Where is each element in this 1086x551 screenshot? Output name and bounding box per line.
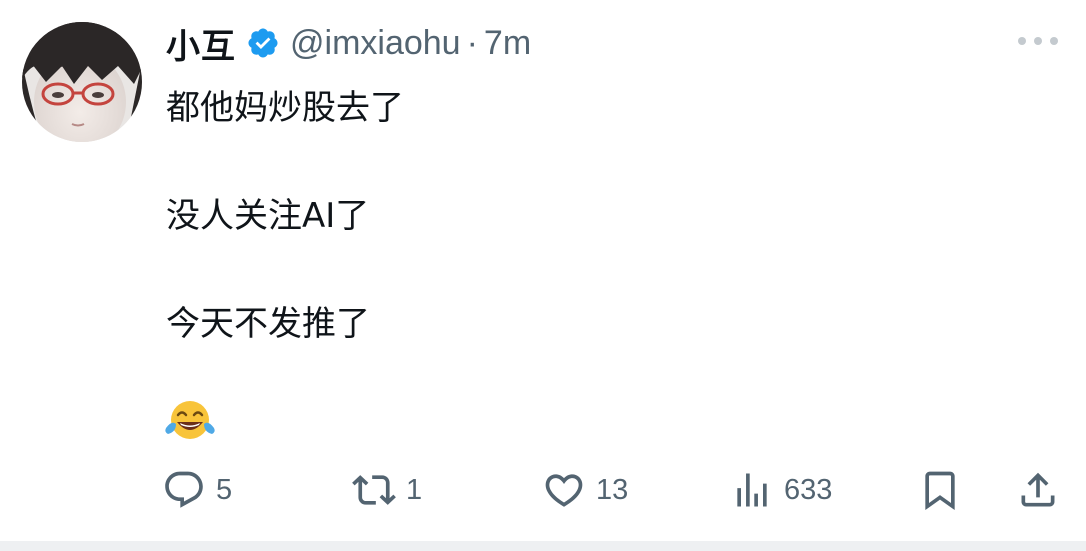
analytics-icon <box>737 473 767 507</box>
heart-icon <box>545 474 583 507</box>
repost-button[interactable]: 1 <box>352 462 422 518</box>
views-count: 633 <box>784 473 833 506</box>
divider <box>0 541 1086 551</box>
bookmark-icon <box>925 471 955 511</box>
repost-count: 1 <box>406 473 423 506</box>
more-dot <box>1050 37 1058 45</box>
face-with-tears-of-joy-icon <box>165 401 215 439</box>
reply-icon <box>165 471 203 508</box>
share-icon <box>1021 472 1055 507</box>
tweet-card[interactable]: 小互 @imxiaohu · 7m 都他妈炒股去了 没人关注AI了 今天不发推了 <box>0 0 1086 551</box>
tweet-text-line: 都他妈炒股去了 <box>166 88 404 128</box>
tweet-text-line: 今天不发推了 <box>166 304 370 344</box>
reply-button[interactable]: 5 <box>162 462 232 518</box>
tweet-text-line: 没人关注AI了 <box>166 196 370 236</box>
reply-count: 5 <box>216 473 233 506</box>
meta-separator: · <box>466 23 478 62</box>
more-dot <box>1018 37 1026 45</box>
repost-icon <box>352 475 396 505</box>
action-bar: 5 1 13 633 <box>0 462 1086 518</box>
views-button[interactable]: 633 <box>730 462 832 518</box>
more-dot <box>1034 37 1042 45</box>
share-button[interactable] <box>1016 462 1060 518</box>
like-button[interactable]: 13 <box>542 462 628 518</box>
tweet-header: 小互 @imxiaohu · 7m <box>166 18 531 68</box>
timestamp[interactable]: 7m <box>484 24 531 63</box>
verified-badge-icon <box>248 28 278 58</box>
more-options-icon[interactable] <box>1018 34 1058 48</box>
display-name[interactable]: 小互 <box>166 19 236 68</box>
like-count: 13 <box>596 473 629 506</box>
bookmark-button[interactable] <box>918 462 962 518</box>
avatar[interactable] <box>22 22 142 142</box>
handle[interactable]: @imxiaohu <box>290 24 461 63</box>
